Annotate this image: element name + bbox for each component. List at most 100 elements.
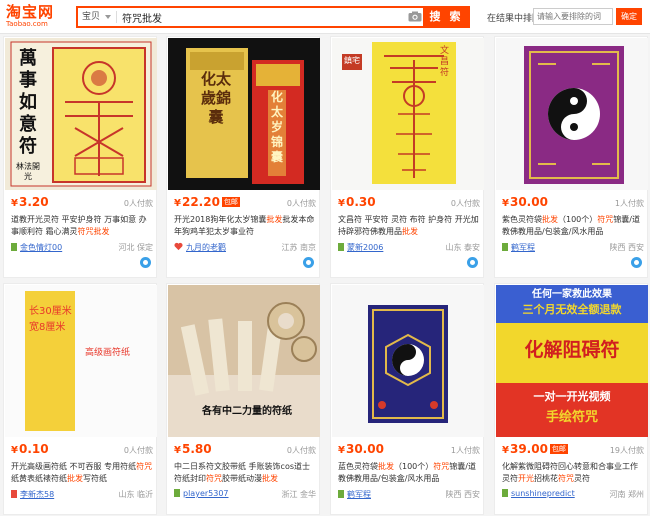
logo-text: 淘宝网 [6,3,55,21]
title-highlight: 符咒 [206,474,222,483]
title-text: 灵符 [574,474,590,483]
title-text: 招桃花 [534,474,558,483]
image-stamp: 鎮宅 [344,56,360,65]
title-text: 紫色灵符袋 [502,215,542,224]
price: ¥39.00 [502,442,548,456]
price-value: 0.10 [18,442,49,456]
title-highlight: 批发 [262,474,278,483]
shop-row: 李新杰58 山东 临沂 [11,489,153,501]
shop-icon [338,243,344,251]
image-caption: 宽8厘米 [29,322,66,333]
product-card[interactable]: 各有中二力量的符纸 ¥5.80 0人付款 中二日系符文胶带纸 手账装饰cos道士… [166,283,320,515]
heart-icon [174,242,183,251]
price-value: 22.20 [181,195,220,209]
price-row: ¥0.30 0人付款 [338,195,480,209]
shop-row: player5307 浙江 金华 [174,489,316,501]
wangwang-chat-icon[interactable] [467,257,478,268]
free-shipping-badge: 包邮 [549,444,568,454]
price-row: ¥22.20 包邮 0人付款 [174,195,316,209]
product-image[interactable]: 萬 事 如 意 符 林法開光 [5,38,157,190]
title-text: 开光2018狗年化太岁 [174,215,251,224]
location: 山东 泰安 [445,243,480,252]
shop-row: 九月的老鹳 江苏 南京 [174,242,316,254]
logo-subtext: Taobao.com [6,20,48,28]
sales-count: 0人付款 [286,446,316,455]
title-text: 蓝色灵符袋 [338,462,378,471]
title-highlight: 批发 [542,215,558,224]
product-title[interactable]: 蓝色灵符袋批发（100个）符咒锦囊/道教佛教用品/包装盒/风水用品 [338,461,480,485]
search-button[interactable]: 搜 索 [423,6,470,28]
product-image[interactable] [332,285,484,437]
price: ¥30.00 [502,195,548,209]
price-value: 30.00 [345,442,384,456]
exclude-input[interactable] [533,8,613,25]
image-caption: 高级画符纸 [85,348,131,358]
product-card[interactable]: 萬 事 如 意 符 林法開光 ¥3.20 0人付款 道教开光灵符 平安护身符 万… [3,36,157,278]
shop-name[interactable]: 金色情灯00 [20,243,62,252]
sales-count: 0人付款 [123,446,153,455]
shop-name[interactable]: sunshinepredict [511,489,575,498]
product-card[interactable]: 任何一家救此效果 三个月无效全额退款 化解阻碍符 一对一开光视频 手绘符咒 ¥3… [494,283,648,515]
location: 浙江 金华 [281,490,316,499]
image-caption: 各有中二力量的符纸 [202,406,292,417]
product-title[interactable]: 紫色灵符袋批发（100个）符咒锦囊/道教佛教用品/包装盒/风水用品 [502,214,644,238]
product-title[interactable]: 化解紫微阻碍符回心转意和合事业工作灵符开光招桃花符咒灵符 [502,461,644,485]
product-image[interactable] [496,38,648,190]
sales-count: 0人付款 [286,199,316,208]
shop-name[interactable]: 蒙新2006 [347,243,383,252]
shop-icon [11,490,17,498]
product-image[interactable]: 各有中二力量的符纸 [168,285,320,437]
product-title[interactable]: 道教开光灵符 平安护身符 万事如意 办事顺利符 霜心满灵符咒批发 [11,214,153,238]
product-card[interactable]: ¥30.00 1人付款 蓝色灵符袋批发（100个）符咒锦囊/道教佛教用品/包装盒… [330,283,484,515]
title-highlight: 符咒 [597,215,614,224]
image-caption: 化太岁锦囊 [270,90,283,164]
title-text: （100个） [558,215,598,224]
image-caption: 一对一开光视频 [533,390,611,403]
currency: ¥ [502,445,509,456]
product-image[interactable]: 任何一家救此效果 三个月无效全额退款 化解阻碍符 一对一开光视频 手绘符咒 [496,285,648,437]
free-shipping-badge: 包邮 [221,197,240,207]
price: ¥5.80 [174,442,212,456]
product-title[interactable]: 文昌符 平安符 灵符 布符 护身符 开光加持辟邪符佛教用品批发 [338,214,480,238]
price-row: ¥30.00 1人付款 [502,195,644,209]
location: 山东 临沂 [118,490,153,499]
shop-row: sunshinepredict 河南 郑州 [502,489,644,501]
shop-name[interactable]: player5307 [183,489,229,498]
shop-row: 鹤军程 陕西 西安 [338,489,480,501]
title-text: 开光高级画符纸 不可吞服 专用符纸 [11,462,137,471]
caption-small: 林法開光 [16,162,40,181]
sales-count: 1人付款 [614,199,644,208]
product-card[interactable]: ¥30.00 1人付款 紫色灵符袋批发（100个）符咒锦囊/道教佛教用品/包装盒… [494,36,648,278]
currency: ¥ [338,445,345,456]
currency: ¥ [502,198,509,209]
product-title[interactable]: 开光高级画符纸 不可吞服 专用符纸符咒纸黄表纸裱符纸批发写符纸 [11,461,153,485]
camera-icon[interactable] [408,11,422,22]
product-card[interactable]: 化太歲錦囊 化太岁锦囊 ¥22.20 包邮 0人付款 开光2018狗年化太岁锦囊批… [166,36,320,278]
wangwang-chat-icon[interactable] [303,257,314,268]
wangwang-chat-icon[interactable] [631,257,642,268]
product-title[interactable]: 开光2018狗年化太岁锦囊批发批发本命年狗鸡羊犯太岁事业符 [174,214,316,238]
title-text: 写符纸 [83,474,107,483]
wangwang-chat-icon[interactable] [140,257,151,268]
shop-icon [502,489,508,497]
exclude-confirm-button[interactable]: 确定 [616,8,642,25]
price: ¥30.00 [338,442,384,456]
product-card[interactable]: 文昌符 鎮宅 ¥0.30 0人付款 文昌符 平安符 灵符 布符 护身符 开光加持… [330,36,484,278]
search-input[interactable] [122,9,392,25]
shop-name[interactable]: 九月的老鹳 [186,243,226,252]
shop-name[interactable]: 李新杰58 [20,490,54,499]
title-highlight: 批发 [378,462,394,471]
product-image[interactable]: 长30厘米 宽8厘米 高级画符纸 [5,285,157,437]
product-title[interactable]: 中二日系符文胶带纸 手账装饰cos道士符纸封印符咒胶带纸动漫批发 [174,461,316,485]
taobao-logo[interactable]: 淘宝网 Taobao.com [6,4,66,30]
shop-name[interactable]: 鹤军程 [347,490,371,499]
title-highlight: 符咒 [433,462,450,471]
product-image[interactable]: 文昌符 鎮宅 [332,38,484,190]
image-caption: 化解阻碍符 [524,339,620,361]
title-highlight: 符咒 [136,462,153,471]
product-card[interactable]: 长30厘米 宽8厘米 高级画符纸 ¥0.10 0人付款 开光高级画符纸 不可吞服… [3,283,157,515]
sales-count: 1人付款 [450,446,480,455]
caption-char: 如 [19,92,37,113]
product-image[interactable]: 化太歲錦囊 化太岁锦囊 [168,38,320,190]
shop-name[interactable]: 鹤军程 [511,243,535,252]
